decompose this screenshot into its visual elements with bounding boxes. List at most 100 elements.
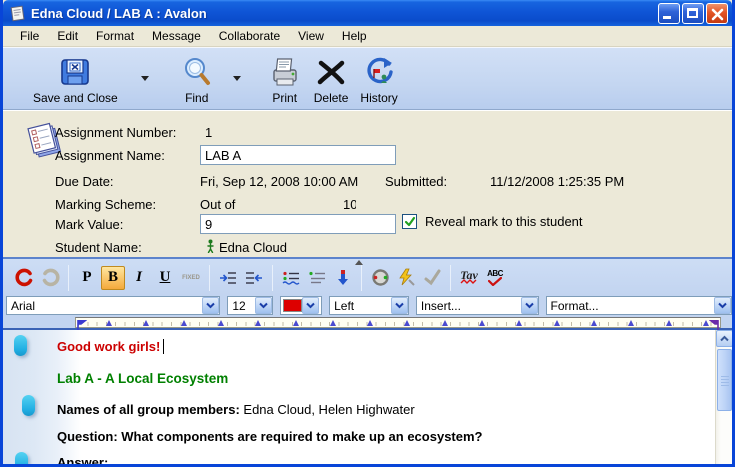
delete-icon: [316, 54, 346, 90]
student-name-label: Student Name:: [55, 240, 142, 255]
mark-value-input[interactable]: [200, 214, 396, 234]
scroll-up-button[interactable]: [716, 330, 732, 347]
main-toolbar: Save and Close Find: [3, 47, 732, 110]
alignment-select[interactable]: Left: [329, 296, 409, 315]
bulleted-list-button[interactable]: [279, 266, 303, 290]
spell-as-you-type-button[interactable]: Tav: [457, 266, 481, 290]
tab-stop-marker[interactable]: [516, 320, 522, 326]
delete-button[interactable]: Delete: [308, 52, 355, 107]
tab-stop-marker[interactable]: [703, 320, 709, 326]
format-value: Format...: [547, 299, 714, 313]
tab-stop-marker[interactable]: [479, 320, 485, 326]
document-editor[interactable]: Good work girls! Lab A - A Local Ecosyst…: [3, 330, 732, 464]
reveal-mark-checkbox[interactable]: [402, 214, 417, 229]
indent-decrease-button[interactable]: [242, 266, 266, 290]
tab-stop-marker[interactable]: [293, 320, 299, 326]
font-size-select[interactable]: 12: [227, 296, 273, 315]
menu-help[interactable]: Help: [333, 27, 376, 45]
window-title: Edna Cloud / LAB A : Avalon: [31, 6, 658, 21]
tab-stop-marker[interactable]: [367, 320, 373, 326]
move-down-button[interactable]: [331, 266, 355, 290]
menu-collaborate[interactable]: Collaborate: [210, 27, 289, 45]
insert-select[interactable]: Insert...: [416, 296, 539, 315]
fixed-width-button[interactable]: FIXED: [179, 266, 203, 290]
menu-format[interactable]: Format: [87, 27, 143, 45]
red-check-icon: [488, 277, 502, 286]
vertical-scrollbar[interactable]: [715, 330, 732, 464]
submitted-label: Submitted:: [385, 174, 447, 189]
tab-stop-marker[interactable]: [255, 320, 261, 326]
tab-stop-marker[interactable]: [106, 320, 112, 326]
scrollbar-thumb[interactable]: [717, 349, 732, 411]
save-options-dropdown[interactable]: [138, 58, 152, 98]
numbered-list-button[interactable]: [305, 266, 329, 290]
tab-stop-marker[interactable]: [218, 320, 224, 326]
chevron-down-icon: [202, 297, 219, 314]
submitted-value: 11/12/2008 1:25:35 PM: [490, 174, 624, 189]
bulleted-list-icon: [281, 270, 301, 286]
tab-stop-marker[interactable]: [628, 320, 634, 326]
student-name-value[interactable]: Edna Cloud: [219, 240, 287, 255]
menu-view[interactable]: View: [289, 27, 333, 45]
color-swatch: [283, 299, 302, 312]
find-button[interactable]: Find: [174, 52, 220, 107]
font-family-select[interactable]: Arial: [6, 296, 220, 315]
due-date-value: Fri, Sep 12, 2008 10:00 AM: [200, 174, 358, 189]
doc-heading: Lab A - A Local Ecosystem: [57, 371, 228, 386]
stationery-pill: [15, 452, 28, 464]
apply-formatting-button[interactable]: [394, 266, 418, 290]
italic-label: I: [136, 269, 142, 286]
font-family-value: Arial: [7, 299, 202, 313]
plain-style-button[interactable]: P: [75, 266, 99, 290]
stationery-pill: [14, 335, 27, 356]
italic-button[interactable]: I: [127, 266, 151, 290]
bold-button[interactable]: B: [101, 266, 125, 290]
assignment-name-label: Assignment Name:: [55, 148, 165, 163]
doc-names-value: Edna Cloud, Helen Highwater: [240, 402, 415, 417]
undo-button[interactable]: [12, 266, 36, 290]
tab-stop-marker[interactable]: [143, 320, 149, 326]
menu-message[interactable]: Message: [143, 27, 210, 45]
redo-button[interactable]: [38, 266, 62, 290]
menu-file[interactable]: File: [11, 27, 48, 45]
tab-stop-marker[interactable]: [330, 320, 336, 326]
text-caret: [163, 339, 164, 354]
reveal-mark-checkbox-label: Reveal mark to this student: [425, 214, 583, 229]
menu-edit[interactable]: Edit: [48, 27, 87, 45]
tab-stop-marker[interactable]: [404, 320, 410, 326]
due-date-label: Due Date:: [55, 174, 114, 189]
red-squiggle-icon: [460, 279, 478, 285]
mark-value-label: Mark Value:: [55, 217, 123, 232]
tab-stop-marker[interactable]: [591, 320, 597, 326]
format-select[interactable]: Format...: [546, 296, 732, 315]
history-icon: [362, 54, 396, 90]
tab-stop-marker[interactable]: [554, 320, 560, 326]
chevron-down-icon: [255, 297, 272, 314]
font-color-select[interactable]: [280, 296, 322, 315]
tab-stop-marker[interactable]: [666, 320, 672, 326]
indent-increase-button[interactable]: [216, 266, 240, 290]
collapse-toolbar-icon[interactable]: [355, 260, 363, 265]
close-button[interactable]: [706, 3, 728, 24]
tab-stop-marker[interactable]: [442, 320, 448, 326]
print-button[interactable]: Print: [262, 52, 308, 107]
save-and-close-button[interactable]: Save and Close: [27, 52, 124, 107]
find-icon: [180, 54, 214, 90]
spell-check-button[interactable]: ABC: [483, 266, 507, 290]
separator: [450, 265, 451, 291]
assignment-name-input[interactable]: [200, 145, 396, 165]
tab-stop-marker[interactable]: [181, 320, 187, 326]
minimize-button[interactable]: [658, 3, 680, 24]
ruler[interactable]: [75, 317, 721, 328]
maximize-button[interactable]: [682, 3, 704, 24]
menu-bar: File Edit Format Message Collaborate Vie…: [3, 26, 732, 47]
route-button[interactable]: [368, 266, 392, 290]
underline-button[interactable]: U: [153, 266, 177, 290]
delete-label: Delete: [314, 91, 349, 105]
approve-button[interactable]: [420, 266, 444, 290]
assignment-form: Assignment Number: 1 Assignment Name: Du…: [3, 110, 732, 257]
find-options-dropdown[interactable]: [230, 58, 244, 98]
title-bar[interactable]: Edna Cloud / LAB A : Avalon: [3, 0, 732, 26]
history-button[interactable]: History: [354, 52, 403, 107]
doc-answer: Answer:: [57, 455, 108, 464]
